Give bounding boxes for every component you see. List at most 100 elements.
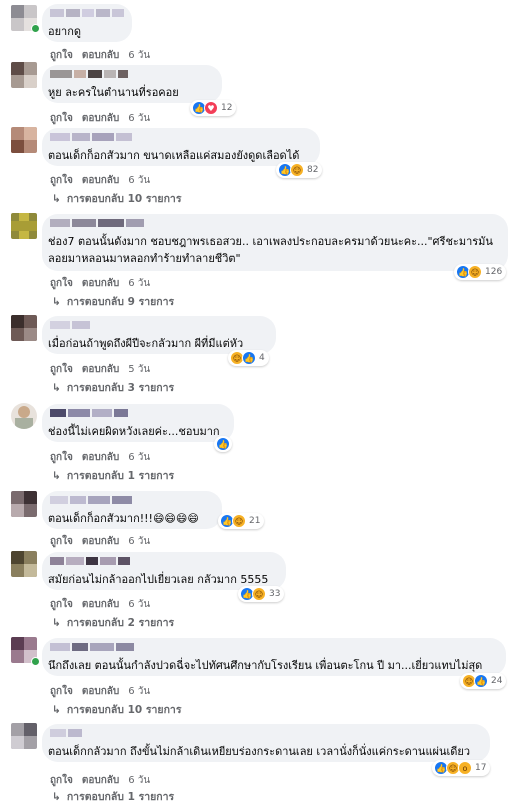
haha-icon: ☺ [252,587,266,601]
comment-text: นึกถึงเลย ตอนนั้นกำลังปวดฉี่จะไปทัศนศึกษ… [48,659,483,672]
comment-text: ตอนเด็กกลัวมาก ถึงขั้นไม่กล้าเดินเหยียบร… [48,745,471,758]
avatar[interactable] [11,491,37,517]
comment-actions: ถูกใจ ตอบกลับ 6 วัน [50,773,159,788]
author-name[interactable] [50,133,132,141]
view-replies-link[interactable]: ↳ การตอบกลับ 10 รายการ [52,701,181,718]
timestamp[interactable]: 6 วัน [128,278,150,289]
comment-text: สมัยก่อนไม่กล้าออกไปเยี่ยวเลย กลัวมาก 55… [48,573,269,586]
timestamp[interactable]: 6 วัน [128,599,150,610]
reply-button[interactable]: ตอบกลับ [82,175,119,186]
reaction-summary[interactable]: ☺ 👍 4 [228,350,269,366]
author-name[interactable] [50,643,134,651]
avatar[interactable] [11,551,37,577]
timestamp[interactable]: 6 วัน [128,50,150,61]
online-status-dot [31,24,40,33]
timestamp[interactable]: 6 วัน [128,686,150,697]
comment-actions: ถูกใจ ตอบกลับ 6 วัน [50,173,159,188]
reaction-summary[interactable]: 👍 ☺ 21 [218,513,265,529]
reaction-summary[interactable]: 👍 ☺ 82 [276,162,323,178]
author-name[interactable] [50,409,128,417]
author-name[interactable] [50,496,132,504]
avatar[interactable] [11,213,37,239]
comment-text: หูย ละครในตำนานที่รอคอย [48,86,179,99]
comment-bubble: ช่องนี้ไม่เคยผิดหวังเลยค่ะ...ชอบมาก [42,404,234,442]
reply-button[interactable]: ตอบกลับ [82,599,119,610]
reply-button[interactable]: ตอบกลับ [82,775,119,786]
avatar[interactable] [11,127,37,153]
timestamp[interactable]: 6 วัน [128,775,150,786]
view-replies-link[interactable]: ↳ การตอบกลับ 3 รายการ [52,379,174,396]
avatar[interactable] [11,403,37,429]
comment-text: เมื่อก่อนถ้าพูดถึงผีปีจะกลัวมาก ผีที่มีแ… [48,337,244,350]
like-button[interactable]: ถูกใจ [50,536,73,547]
timestamp[interactable]: 6 วัน [128,175,150,186]
comment-text: ช่อง7 ตอนนั้นดังมาก ชอบชฎาพรเธอสวย.. เอา… [48,235,493,248]
comment-actions: ถูกใจ ตอบกลับ 6 วัน [50,450,159,465]
comment-bubble: อยากดู [42,4,132,42]
reply-arrow-icon: ↳ [52,470,61,482]
author-name[interactable] [50,557,130,565]
like-button[interactable]: ถูกใจ [50,278,73,289]
comment-bubble: ช่อง7 ตอนนั้นดังมาก ชอบชฎาพรเธอสวย.. เอา… [42,214,508,271]
reaction-summary[interactable]: 👍 ☺ 33 [238,586,285,602]
avatar[interactable] [11,62,37,88]
timestamp[interactable]: 5 วัน [128,364,150,375]
comment-text: ลอยมาหลอนมาหลอกทำร้ายทำลายชีวิต" [48,252,241,265]
like-button[interactable]: ถูกใจ [50,50,73,61]
reaction-summary[interactable]: ☺ 👍 24 [460,673,507,689]
wow-icon: o [458,761,472,775]
haha-icon: ☺ [232,514,246,528]
reaction-count: 24 [491,676,503,686]
comment-text: ตอนเด็กก็อกสัวมาก ขนาดเหลือแค่สมองยังดูด… [48,149,300,162]
comment-text: อยากดู [48,25,82,38]
reply-button[interactable]: ตอบกลับ [82,536,119,547]
like-button[interactable]: ถูกใจ [50,452,73,463]
like-button[interactable]: ถูกใจ [50,599,73,610]
online-status-dot [31,657,40,666]
view-replies-link[interactable]: ↳ การตอบกลับ 2 รายการ [52,614,174,631]
reply-arrow-icon: ↳ [52,193,61,205]
like-button[interactable]: ถูกใจ [50,364,73,375]
author-name[interactable] [50,70,128,78]
comment-actions: ถูกใจ ตอบกลับ 6 วัน [50,48,159,63]
reply-arrow-icon: ↳ [52,791,61,803]
comment-actions: ถูกใจ ตอบกลับ 6 วัน [50,111,159,126]
view-replies-link[interactable]: ↳ การตอบกลับ 9 รายการ [52,293,174,310]
author-name[interactable] [50,321,90,329]
like-icon: 👍 [216,437,230,451]
like-button[interactable]: ถูกใจ [50,686,73,697]
reply-button[interactable]: ตอบกลับ [82,452,119,463]
reaction-summary[interactable]: 👍 ☺ 126 [454,264,507,280]
like-icon: 👍 [474,674,488,688]
view-replies-link[interactable]: ↳ การตอบกลับ 1 รายการ [52,788,174,805]
reply-button[interactable]: ตอบกลับ [82,50,119,61]
reply-arrow-icon: ↳ [52,617,61,629]
reply-button[interactable]: ตอบกลับ [82,113,119,124]
comment-bubble: นึกถึงเลย ตอนนั้นกำลังปวดฉี่จะไปทัศนศึกษ… [42,638,506,676]
timestamp[interactable]: 6 วัน [128,536,150,547]
author-name[interactable] [50,9,124,17]
like-button[interactable]: ถูกใจ [50,175,73,186]
reaction-count: 4 [259,353,265,363]
reaction-summary[interactable]: 👍 [214,436,232,452]
reply-button[interactable]: ตอบกลับ [82,278,119,289]
view-replies-link[interactable]: ↳ การตอบกลับ 10 รายการ [52,190,181,207]
timestamp[interactable]: 6 วัน [128,113,150,124]
view-replies-link[interactable]: ↳ การตอบกลับ 1 รายการ [52,467,174,484]
reaction-count: 82 [307,165,319,175]
author-name[interactable] [50,729,82,737]
reaction-summary[interactable]: 👍 ☺ o 17 [432,760,491,776]
avatar[interactable] [11,723,37,749]
timestamp[interactable]: 6 วัน [128,452,150,463]
reaction-summary[interactable]: 👍 ♥ 12 [190,100,237,116]
comment-bubble: สมัยก่อนไม่กล้าออกไปเยี่ยวเลย กลัวมาก 55… [42,552,286,590]
reply-button[interactable]: ตอบกลับ [82,686,119,697]
like-button[interactable]: ถูกใจ [50,113,73,124]
comment-bubble: ตอนเด็กก็อกสัวมาก!!!😄😄😄😄 [42,491,222,529]
author-name[interactable] [50,219,144,227]
avatar[interactable] [11,315,37,341]
like-button[interactable]: ถูกใจ [50,775,73,786]
comment-bubble: ตอนเด็กก็อกสัวมาก ขนาดเหลือแค่สมองยังดูด… [42,128,320,166]
reply-button[interactable]: ตอบกลับ [82,364,119,375]
comment-bubble: หูย ละครในตำนานที่รอคอย [42,65,222,103]
